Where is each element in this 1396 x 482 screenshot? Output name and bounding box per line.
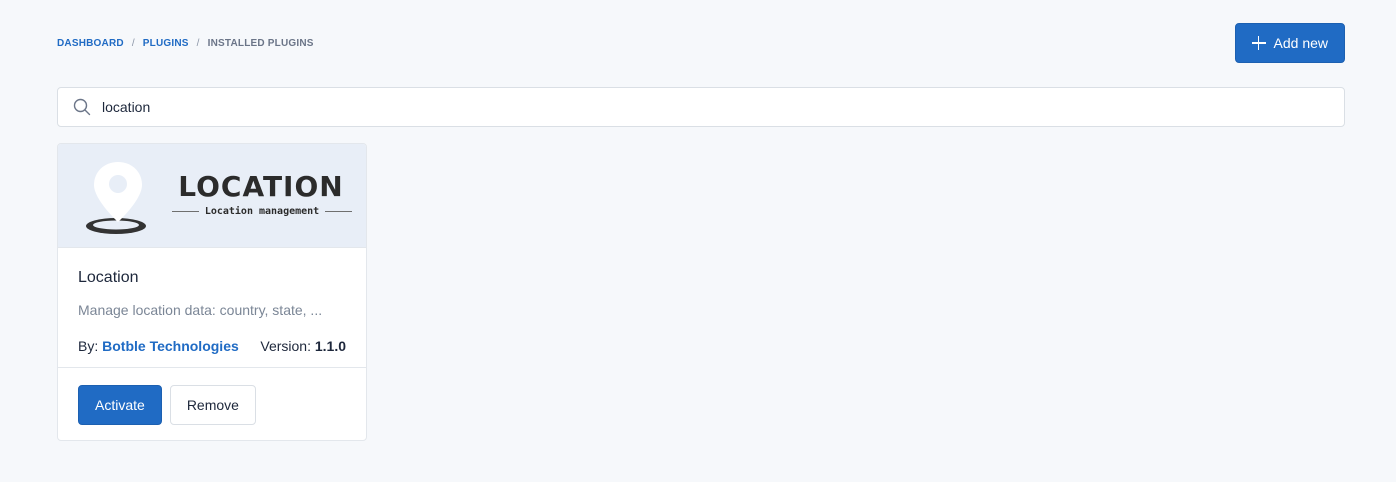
banner-title: LOCATION — [178, 170, 344, 203]
breadcrumb: Dashboard / Plugins / Installed Plugins — [57, 38, 314, 49]
plugin-meta: By: Botble Technologies Version: 1.1.0 — [78, 336, 346, 356]
plus-icon — [1251, 36, 1266, 50]
divider — [325, 211, 353, 212]
breadcrumb-separator: / — [131, 37, 135, 49]
plugin-actions: Activate Remove — [58, 368, 366, 440]
search-box — [57, 87, 1345, 127]
add-new-label: Add new — [1273, 35, 1328, 51]
map-pin-icon — [82, 160, 154, 243]
breadcrumb-dashboard-link[interactable]: Dashboard — [57, 38, 124, 49]
page-header: Dashboard / Plugins / Installed Plugins … — [57, 23, 1345, 63]
plugin-banner: LOCATION Location management — [58, 144, 366, 248]
installed-plugins-page: Dashboard / Plugins / Installed Plugins … — [0, 0, 1396, 482]
plugin-info: Location Manage location data: country, … — [58, 248, 366, 368]
breadcrumb-plugins-link[interactable]: Plugins — [143, 38, 189, 49]
breadcrumb-current: Installed Plugins — [207, 37, 314, 49]
divider — [172, 211, 199, 212]
remove-button[interactable]: Remove — [169, 385, 256, 425]
search-input[interactable] — [102, 88, 1344, 126]
search-icon — [62, 87, 102, 127]
activate-button[interactable]: Activate — [78, 385, 162, 425]
plugin-name: Location — [78, 269, 139, 286]
breadcrumb-separator: / — [196, 37, 200, 49]
version-value: 1.1.0 — [314, 338, 346, 354]
add-new-button[interactable]: Add new — [1234, 23, 1345, 63]
plugin-description: Manage location data: country, state, ..… — [78, 302, 323, 318]
author-link[interactable]: Botble Technologies — [102, 338, 239, 354]
banner-subtitle-text: Location management — [204, 206, 320, 217]
version-label: Version: — [260, 338, 311, 354]
plugin-version: Version: 1.1.0 — [260, 336, 346, 356]
author-label: By: — [78, 338, 99, 354]
plugin-card: LOCATION Location management Location Ma… — [57, 143, 367, 441]
plugin-author: By: Botble Technologies — [78, 336, 239, 356]
banner-subtitle: Location management — [172, 206, 353, 217]
